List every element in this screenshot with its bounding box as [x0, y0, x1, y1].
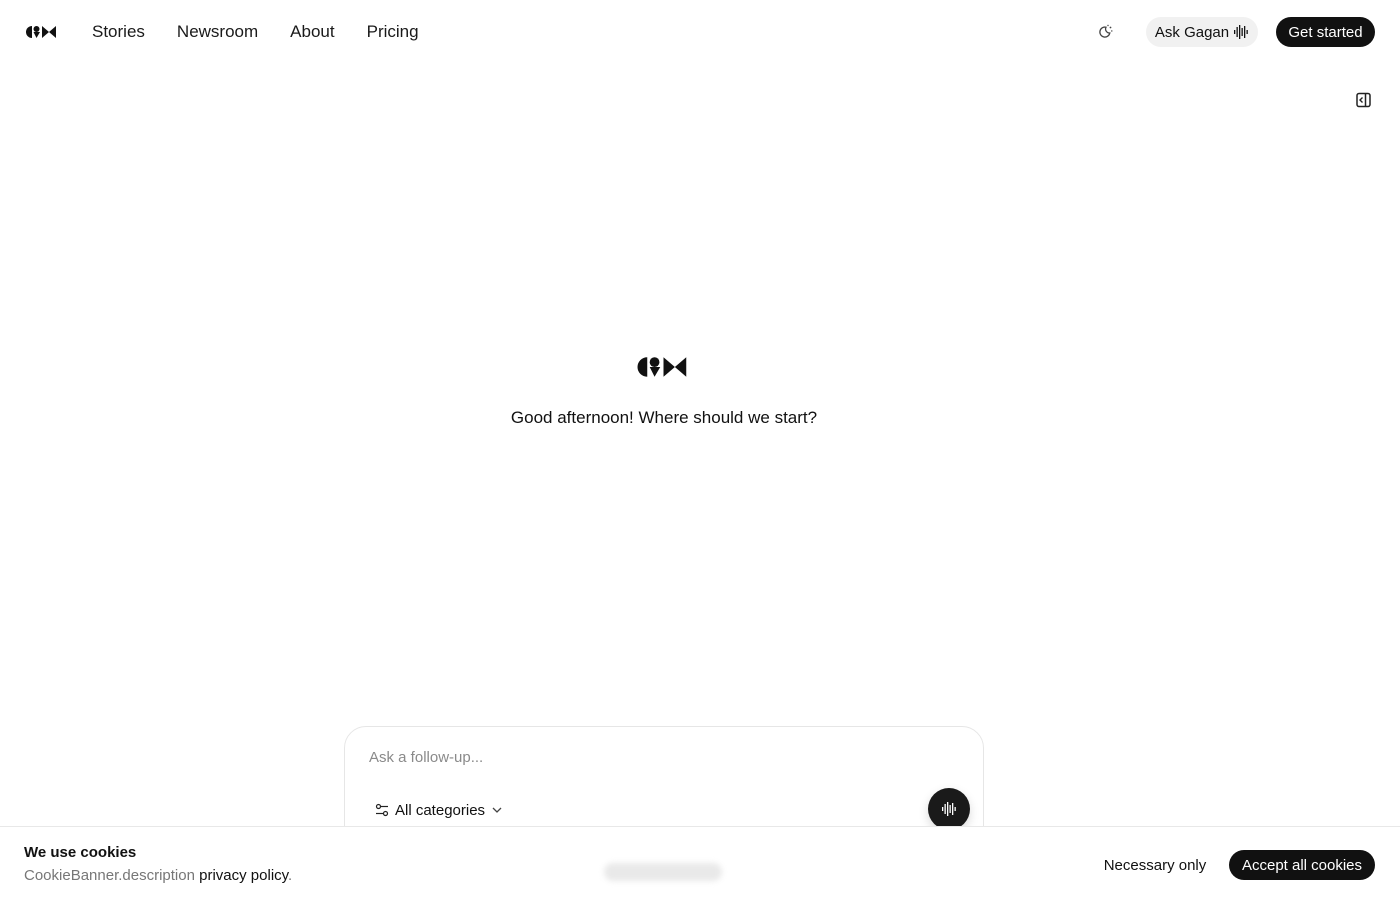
voice-wave-icon	[942, 802, 956, 816]
voice-wave-icon	[1234, 25, 1248, 39]
main-nav: Stories Newsroom About Pricing	[92, 0, 419, 64]
nav-link-newsroom[interactable]: Newsroom	[177, 22, 258, 42]
cookie-description-suffix: .	[288, 867, 293, 884]
necessary-only-button[interactable]: Necessary only	[1094, 850, 1216, 880]
accept-all-cookies-button[interactable]: Accept all cookies	[1229, 850, 1375, 880]
theme-toggle-icon	[1099, 24, 1113, 38]
chevron-down-icon	[492, 807, 502, 813]
privacy-policy-link[interactable]: privacy policy	[199, 867, 288, 884]
nav-link-stories[interactable]: Stories	[92, 22, 145, 42]
cookie-banner: We use cookies CookieBanner.description …	[0, 826, 1400, 900]
page: Stories Newsroom About Pricing Ask Gagan	[0, 0, 1400, 900]
greeting-text: Good afternoon! Where should we start?	[510, 408, 818, 427]
follow-up-input[interactable]	[369, 745, 929, 769]
get-started-button[interactable]: Get started	[1276, 17, 1375, 47]
cookie-description: CookieBanner.description privacy policy.	[24, 867, 292, 884]
ask-gagan-button[interactable]: Ask Gagan	[1146, 17, 1258, 47]
cookie-title: We use cookies	[24, 844, 137, 861]
theme-toggle-button[interactable]	[1094, 21, 1116, 43]
nav-link-pricing[interactable]: Pricing	[367, 22, 419, 42]
sidebar-panel-icon[interactable]	[1355, 91, 1373, 109]
cookie-description-text: CookieBanner.description	[24, 867, 195, 884]
filter-sliders-icon	[375, 803, 389, 817]
nav-link-about[interactable]: About	[290, 22, 334, 42]
categories-label: All categories	[395, 801, 486, 819]
brand-logo-icon[interactable]	[26, 24, 58, 40]
voice-input-button[interactable]	[928, 788, 970, 830]
blurred-placeholder	[604, 863, 722, 881]
categories-dropdown[interactable]: All categories	[375, 799, 503, 821]
brand-logo-large-icon	[637, 357, 687, 377]
top-navbar: Stories Newsroom About Pricing Ask Gagan	[0, 0, 1400, 64]
ask-gagan-label: Ask Gagan	[1154, 23, 1230, 41]
